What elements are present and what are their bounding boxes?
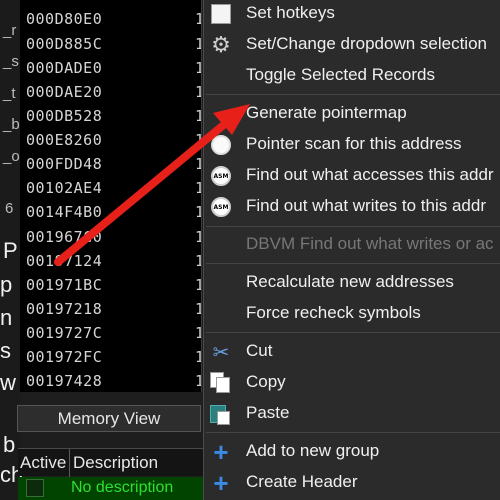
list-item[interactable]: 000D885C1 bbox=[26, 35, 201, 57]
scissors-icon: ✂ bbox=[212, 341, 230, 364]
left-fragment: _b bbox=[3, 116, 20, 133]
left-fragment: 6 bbox=[5, 200, 14, 217]
list-item[interactable]: 001974281 bbox=[26, 372, 201, 392]
menu-item-set-hotkeys[interactable]: Set hotkeys bbox=[204, 0, 500, 29]
left-fragment: b bbox=[3, 432, 16, 457]
column-active[interactable]: Active bbox=[20, 449, 70, 477]
menu-item-add-to-group[interactable]: + Add to new group bbox=[204, 437, 500, 467]
list-item[interactable]: 000DB5281 bbox=[26, 107, 201, 129]
plus-icon: + bbox=[213, 468, 229, 498]
list-item[interactable]: 000DADE01 bbox=[26, 59, 201, 81]
menu-item-create-header[interactable]: + Create Header bbox=[204, 468, 500, 498]
menu-item-set-dropdown[interactable]: ⚙ Set/Change dropdown selection bbox=[204, 30, 500, 60]
hotkey-icon bbox=[209, 2, 233, 26]
menu-separator bbox=[206, 226, 500, 227]
asm-icon: ASM bbox=[209, 195, 233, 219]
gear-icon: ⚙ bbox=[211, 32, 231, 57]
left-fragment: P bbox=[3, 238, 18, 263]
list-item[interactable]: 000FDD481 bbox=[26, 155, 201, 177]
memory-view-button[interactable]: Memory View bbox=[17, 405, 201, 432]
menu-separator bbox=[206, 263, 500, 264]
list-item[interactable]: 001967C01 bbox=[26, 228, 201, 250]
list-item[interactable]: 000D80E01 bbox=[26, 10, 201, 32]
left-fragment: _s bbox=[3, 53, 19, 70]
menu-item-cut[interactable]: ✂ Cut bbox=[204, 337, 500, 367]
menu-item-dbvm-find-writes: DBVM Find out what writes or ac bbox=[246, 234, 494, 253]
asm-icon: ASM bbox=[209, 164, 233, 188]
menu-item-paste[interactable]: Paste bbox=[204, 399, 500, 429]
list-item[interactable]: 001972FC1 bbox=[26, 348, 201, 370]
menu-item-copy[interactable]: Copy bbox=[204, 368, 500, 398]
list-item[interactable]: 001971BC1 bbox=[26, 276, 201, 298]
copy-icon bbox=[209, 371, 233, 395]
context-menu: Set hotkeys ⚙ Set/Change dropdown select… bbox=[203, 0, 500, 500]
menu-item-toggle-selected[interactable]: Toggle Selected Records bbox=[204, 61, 500, 91]
list-item[interactable]: 001972181 bbox=[26, 300, 201, 322]
list-item[interactable]: 0014F4B01 bbox=[26, 203, 201, 225]
menu-item-recalculate[interactable]: Recalculate new addresses bbox=[204, 268, 500, 298]
menu-separator bbox=[206, 432, 500, 433]
menu-item-pointer-scan[interactable]: Pointer scan for this address bbox=[204, 130, 500, 160]
row-description: No description bbox=[71, 479, 174, 496]
menu-item-find-writes[interactable]: ASM Find out what writes to this addr bbox=[204, 192, 500, 222]
list-item[interactable]: 00102AE41 bbox=[26, 179, 201, 201]
left-fragment: p bbox=[0, 272, 13, 297]
left-fragment: _t bbox=[3, 85, 16, 102]
address-list[interactable]: 000D80E01 000D885C1 000DADE01 000DAE201 … bbox=[20, 0, 202, 392]
left-fragment: w bbox=[0, 370, 16, 395]
list-item[interactable]: 001971241 bbox=[26, 252, 201, 274]
menu-item-force-recheck[interactable]: Force recheck symbols bbox=[204, 299, 500, 329]
left-fragment: _o bbox=[3, 148, 20, 165]
list-item[interactable]: 000DAE201 bbox=[26, 83, 201, 105]
magnifier-icon bbox=[209, 133, 233, 157]
left-fragment: s bbox=[0, 338, 11, 363]
plus-icon: + bbox=[213, 437, 229, 467]
list-item[interactable]: 0019727C1 bbox=[26, 324, 201, 346]
menu-item-find-accesses[interactable]: ASM Find out what accesses this addr bbox=[204, 161, 500, 191]
menu-item-generate-pointermap[interactable]: Generate pointermap bbox=[204, 99, 500, 129]
menu-separator bbox=[206, 332, 500, 333]
list-item[interactable]: 000E82601 bbox=[26, 131, 201, 153]
left-fragment: n bbox=[0, 305, 13, 330]
paste-icon bbox=[209, 402, 233, 426]
active-checkbox[interactable] bbox=[26, 479, 44, 497]
menu-separator bbox=[206, 94, 500, 95]
table-header: Active Description bbox=[18, 448, 208, 477]
table-row[interactable]: No description bbox=[18, 477, 208, 500]
column-description[interactable]: Description bbox=[73, 449, 158, 477]
left-fragment: _r bbox=[3, 22, 17, 39]
